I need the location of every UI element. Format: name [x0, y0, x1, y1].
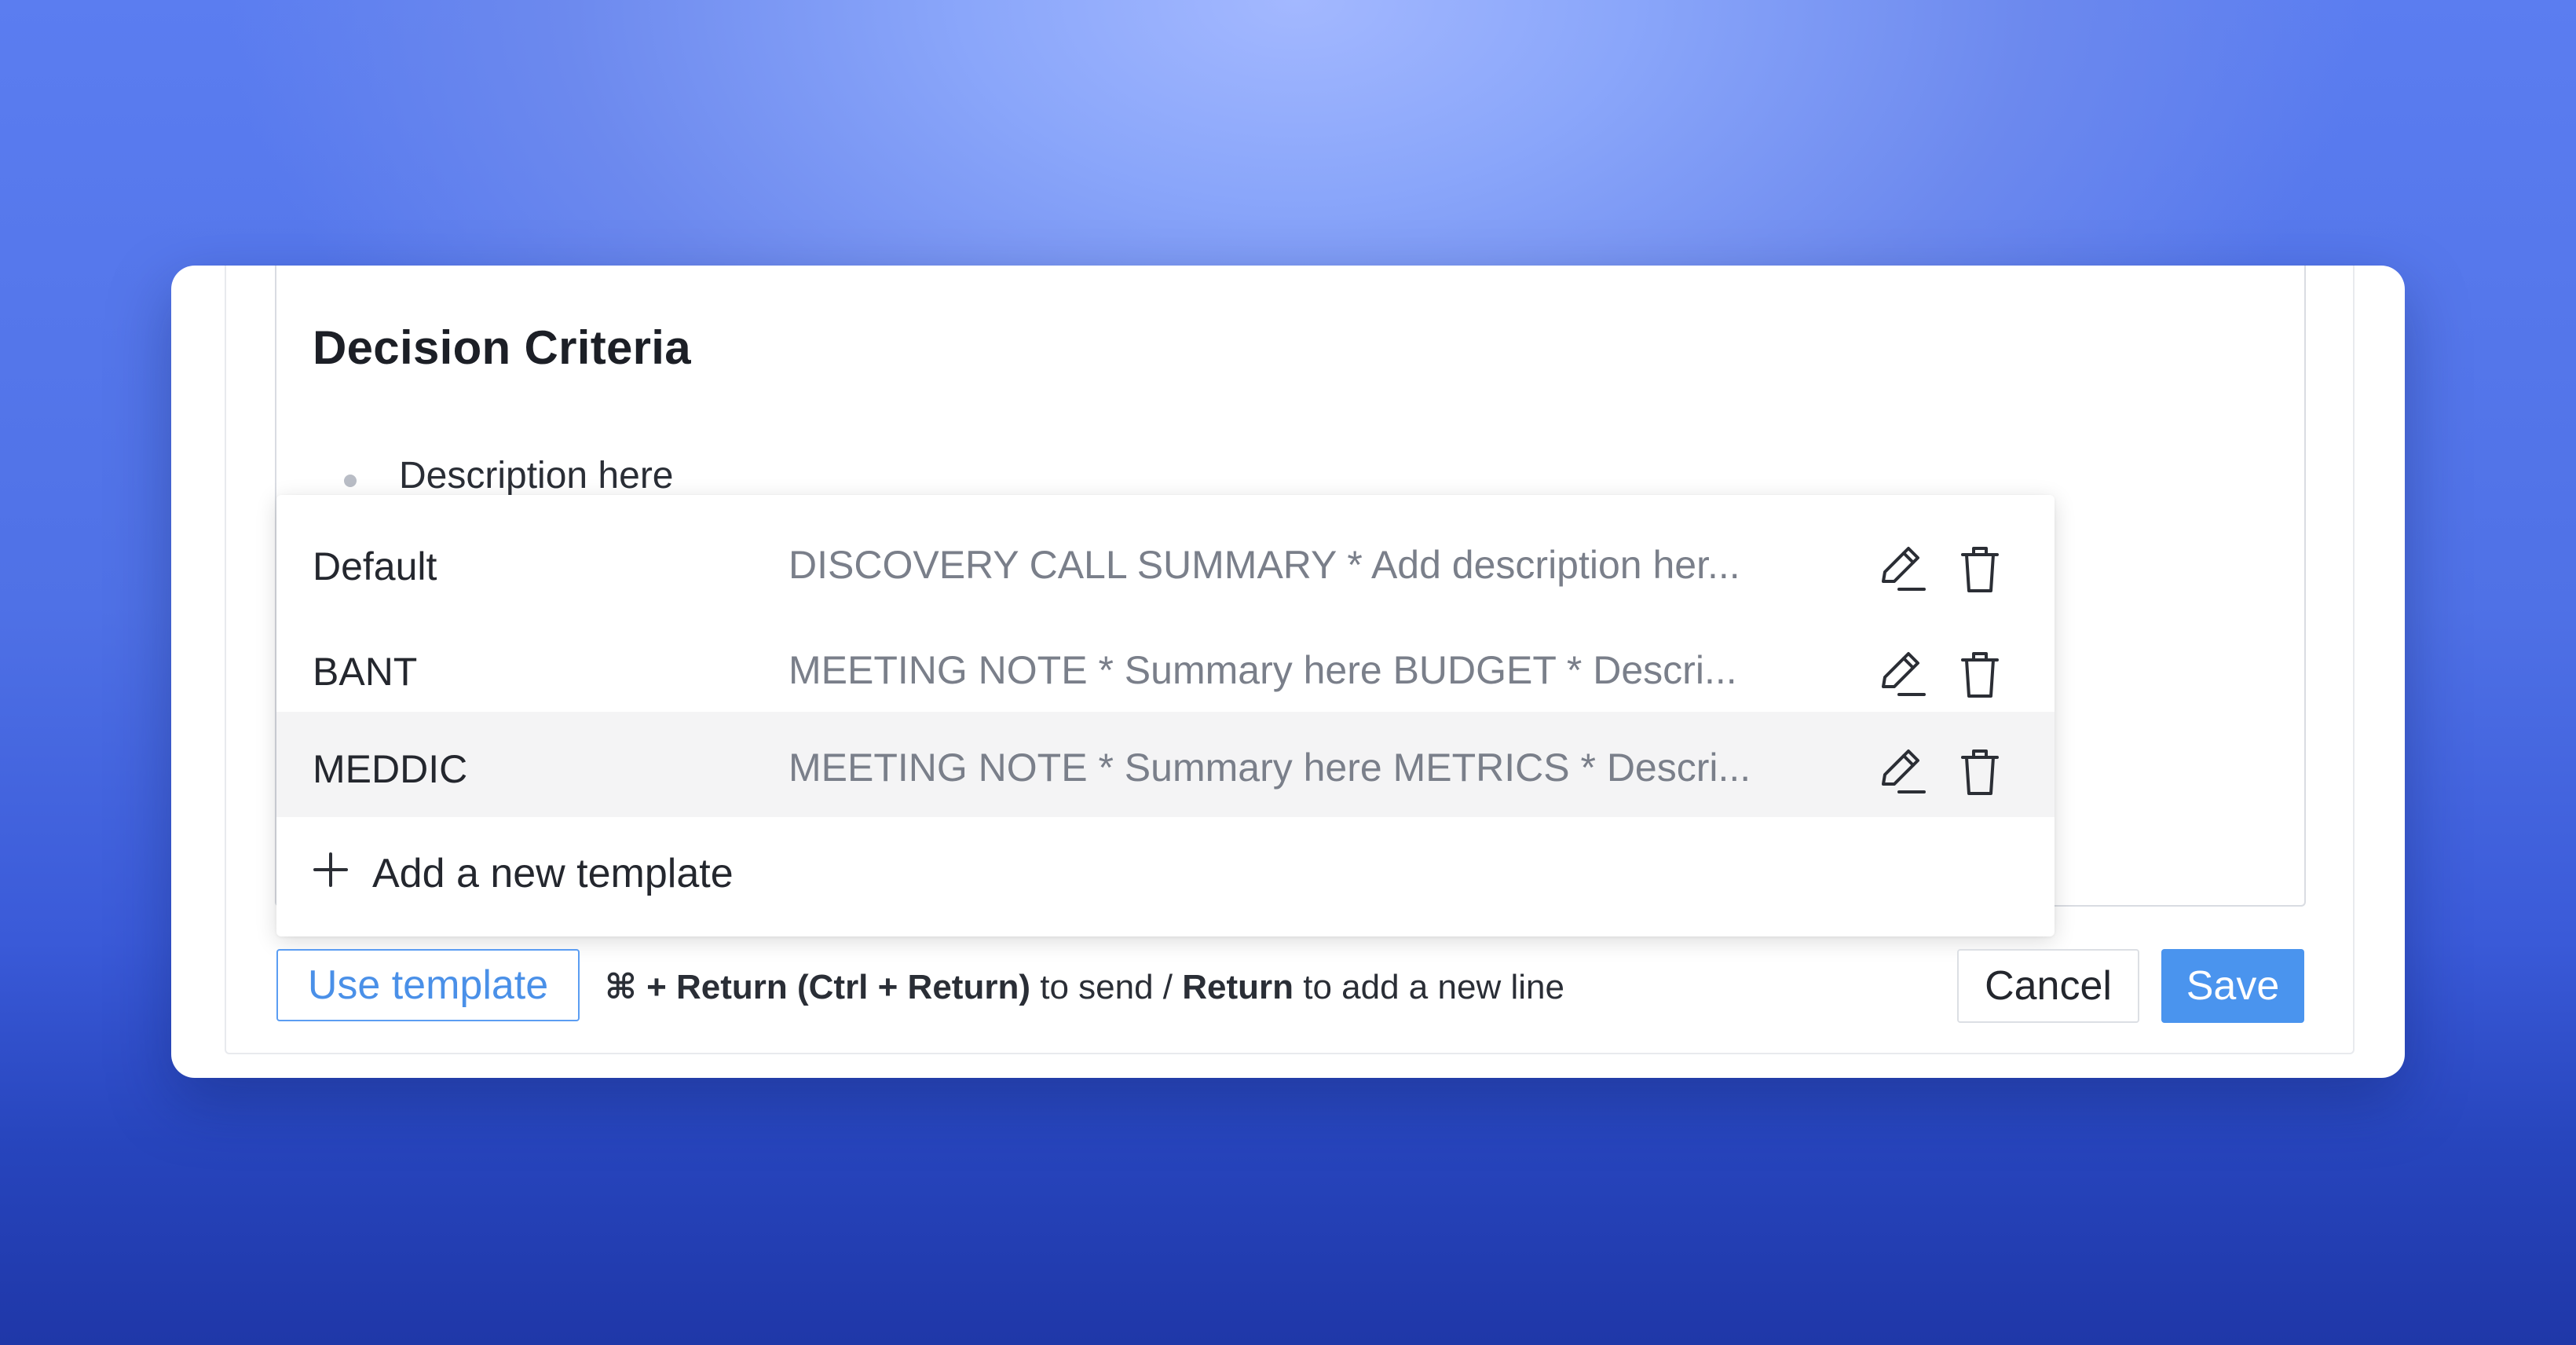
bullet-text: Description here: [399, 455, 674, 497]
note-editor-card: Decision Criteria Description here Defau…: [171, 266, 2405, 1078]
template-row-default[interactable]: Default DISCOVERY CALL SUMMARY * Add des…: [276, 509, 2055, 614]
hint-newline-shortcut: Return: [1182, 968, 1294, 1006]
template-row-bant[interactable]: BANT MEETING NOTE * Summary here BUDGET …: [276, 614, 2055, 720]
template-preview: MEETING NOTE * Summary here BUDGET * Des…: [789, 648, 1737, 692]
template-name: BANT: [313, 650, 418, 694]
template-name: Default: [313, 544, 437, 588]
section-heading: Decision Criteria: [313, 321, 691, 374]
trash-icon[interactable]: [1960, 748, 2000, 797]
cancel-button[interactable]: Cancel: [1957, 949, 2139, 1023]
pencil-icon[interactable]: [1875, 544, 1927, 596]
bullet-point: [344, 475, 357, 487]
plus-icon: [313, 852, 348, 887]
template-name: MEDDIC: [313, 747, 468, 791]
add-template-label: Add a new template: [372, 851, 734, 896]
pencil-icon[interactable]: [1875, 746, 1927, 798]
hint-newline-text: to add a new line: [1303, 968, 1564, 1006]
add-template-button[interactable]: Add a new template: [276, 817, 2055, 922]
template-preview: MEETING NOTE * Summary here METRICS * De…: [789, 746, 1751, 790]
template-preview: DISCOVERY CALL SUMMARY * Add description…: [789, 543, 1740, 587]
template-row-meddic[interactable]: MEDDIC MEETING NOTE * Summary here METRI…: [276, 712, 2055, 817]
template-dropdown: Default DISCOVERY CALL SUMMARY * Add des…: [276, 495, 2055, 936]
pencil-icon[interactable]: [1875, 649, 1927, 701]
save-button[interactable]: Save: [2161, 949, 2304, 1023]
cmd-symbol: ⌘: [605, 968, 637, 1006]
trash-icon[interactable]: [1960, 545, 2000, 594]
hint-send-text: to send /: [1040, 968, 1173, 1006]
trash-icon[interactable]: [1960, 651, 2000, 699]
keyboard-hint: ⌘ + Return (Ctrl + Return) to send / Ret…: [605, 967, 1564, 1007]
hint-send-shortcut: + Return (Ctrl + Return): [646, 968, 1030, 1006]
use-template-button[interactable]: Use template: [276, 949, 580, 1021]
